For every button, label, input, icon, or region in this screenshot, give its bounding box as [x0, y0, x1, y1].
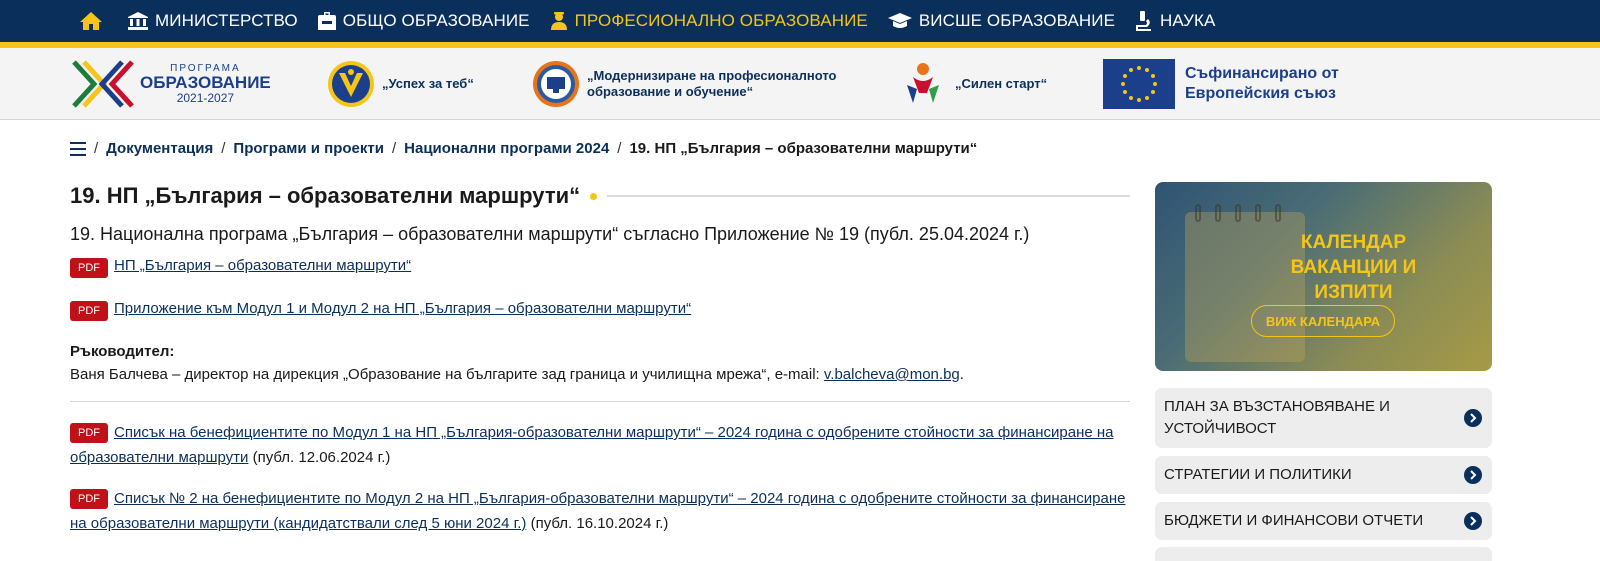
top-navigation: Министерство Общо образование Професиона… — [0, 0, 1600, 42]
breadcrumb-documentation[interactable]: Документация — [106, 140, 213, 157]
document-link-annex[interactable]: Приложение към Модул 1 и Модул 2 на НП „… — [114, 300, 691, 317]
modernizirane-label-2: образование и обучение“ — [587, 84, 754, 99]
chevron-right-icon — [1464, 409, 1482, 427]
nav-item-science[interactable]: Наука — [1135, 0, 1215, 42]
title-rule — [607, 195, 1130, 197]
program-leader: Ръководител: Ваня Балчева – директор на … — [70, 343, 1130, 383]
backpack-icon — [317, 12, 336, 30]
pdf-badge[interactable]: PDF — [70, 489, 108, 509]
nav-item-label: Професионално образование — [574, 11, 868, 30]
modernizirane-label-1: „Модернизиране на професионалното — [587, 67, 837, 83]
view-calendar-button[interactable]: ВИЖ КАЛЕНДАРА — [1251, 305, 1395, 337]
modernizirane-logo[interactable]: „Модернизиране на професионалното образо… — [531, 48, 836, 120]
uspeh-emblem-icon — [328, 61, 374, 107]
publication-date: (публ. 12.06.2024 г.) — [248, 449, 391, 466]
programa-years: 2021-2027 — [176, 90, 235, 105]
pdf-badge[interactable]: PDF — [70, 258, 108, 278]
graduation-cap-icon — [887, 13, 912, 28]
document-item: PDF Приложение към Модул 1 и Модул 2 на … — [70, 300, 1130, 321]
pdf-badge[interactable]: PDF — [70, 423, 108, 443]
sidebar-link-recovery-plan[interactable]: План за възстановяване и устойчивост — [1155, 388, 1492, 448]
nav-item-general-education[interactable]: Общо образование — [317, 0, 530, 42]
breadcrumb-current: 19. НП „България – образователни маршрут… — [629, 140, 978, 157]
breadcrumb: / Документация / Програми и проекти / На… — [70, 140, 977, 157]
eu-label-1: Съфинансирано от — [1185, 65, 1339, 82]
sidebar-link-budgets[interactable]: Бюджети и финансови отчети — [1155, 502, 1492, 540]
sidebar-link-partial[interactable] — [1155, 547, 1492, 561]
document-item: PDF Списък на бенефициентите по Модул 1 н… — [70, 420, 1130, 470]
page-subtitle: 19. Национална програма „България – обра… — [70, 224, 1030, 244]
programa-obrazovanie-logo[interactable]: ПРОГРАМА ОБРАЗОВАНИЕ 2021-2027 — [70, 48, 271, 120]
silen-start-logo[interactable]: „Силен старт“ — [893, 48, 1047, 120]
worker-icon — [550, 12, 567, 30]
nav-item-label: Висше образование — [918, 11, 1116, 30]
breadcrumb-programs-projects[interactable]: Програми и проекти — [233, 140, 384, 157]
eu-label-2: Европейския съюз — [1185, 85, 1336, 102]
document-link-beneficiaries-module1[interactable]: Списък на бенефициентите по Модул 1 на Н… — [70, 424, 1114, 466]
menu-icon[interactable] — [70, 141, 86, 156]
chevron-right-icon — [1464, 466, 1482, 484]
partner-logos-bar: ПРОГРАМА ОБРАЗОВАНИЕ 2021-2027 „Успех за… — [0, 48, 1600, 120]
sidebar-link-label: План за възстановяване и устойчивост — [1164, 398, 1390, 437]
content-divider — [70, 401, 1130, 402]
sidebar-link-strategies[interactable]: Стратегии и политики — [1155, 456, 1492, 494]
home-icon — [80, 12, 102, 30]
document-item: PDF Списък № 2 на бенефициентите по Модул… — [70, 486, 1130, 536]
title-dot — [590, 192, 598, 200]
sidebar-link-label: Стратегии и политики — [1164, 466, 1352, 483]
document-item: PDF НП „България – образователни маршрут… — [70, 257, 1130, 278]
calendar-title: КАЛЕНДАР ВАКАНЦИИ И ИЗПИТИ — [1290, 232, 1417, 303]
nav-item-ministry[interactable]: Министерство — [128, 0, 298, 42]
document-link-program[interactable]: НП „България – образователни маршрути“ — [114, 257, 411, 274]
calendar-banner[interactable]: КАЛЕНДАР ВАКАНЦИИ И ИЗПИТИ ВИЖ КАЛЕНДАРА — [1155, 182, 1492, 371]
main-content: 19. НП „България – образователни маршрут… — [70, 180, 1130, 536]
obrazovanie-label: ОБРАЗОВАНИЕ — [140, 73, 271, 93]
pdf-badge[interactable]: PDF — [70, 301, 108, 321]
home-link[interactable] — [78, 0, 104, 42]
nav-item-label: Наука — [1160, 11, 1216, 30]
breadcrumb-national-programs-2024[interactable]: Национални програми 2024 — [404, 140, 609, 157]
leader-email-link[interactable]: v.balcheva@mon.bg — [824, 366, 960, 383]
chevron-right-icon — [1464, 512, 1482, 530]
sidebar-link-label: Бюджети и финансови отчети — [1164, 512, 1424, 529]
page-title: 19. НП „България – образователни маршрут… — [70, 183, 581, 208]
uspeh-za-teb-logo[interactable]: „Успех за теб“ — [326, 48, 474, 120]
microscope-icon — [1136, 11, 1152, 31]
nav-item-vocational-education[interactable]: Професионално образование — [550, 0, 868, 42]
publication-date: (публ. 16.10.2024 г.) — [526, 515, 669, 532]
silen-start-label: „Силен старт“ — [955, 75, 1048, 91]
nav-item-label: Общо образование — [342, 11, 530, 30]
silen-start-emblem-icon — [907, 63, 939, 103]
nav-item-higher-education[interactable]: Висше образование — [887, 0, 1116, 42]
eu-flag-icon — [1103, 59, 1175, 109]
uspeh-label: „Успех за теб“ — [382, 75, 474, 91]
modernizirane-emblem-icon — [533, 61, 579, 107]
institution-icon — [128, 12, 148, 30]
eu-cofunded-logo[interactable]: Съфинансирано от Европейския съюз — [1103, 48, 1339, 120]
leader-label: Ръководител: — [70, 343, 175, 360]
leader-text: Ваня Балчева – директор на дирекция „Обр… — [70, 366, 964, 383]
nav-item-label: Министерство — [155, 11, 298, 30]
programa-x-logo-icon — [72, 60, 134, 108]
calendar-rings — [1195, 204, 1281, 222]
